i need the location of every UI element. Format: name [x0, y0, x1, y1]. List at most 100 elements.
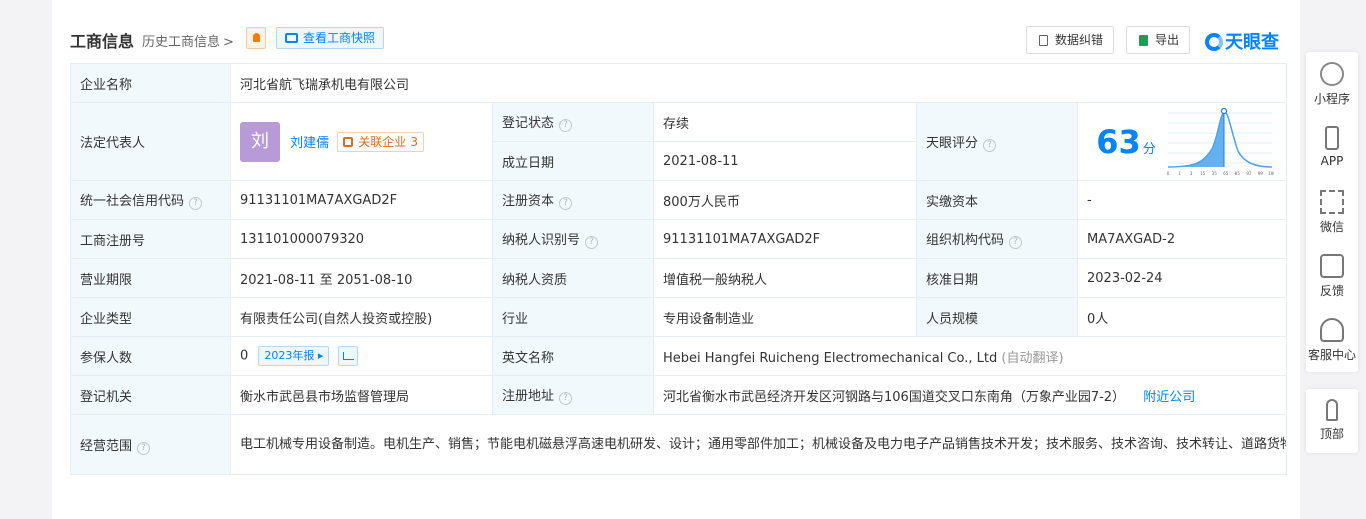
table-row: 企业名称 河北省航飞瑞承机电有限公司: [70, 63, 1288, 103]
annual-report-badge[interactable]: 2023年报 ▸: [258, 346, 330, 366]
label-reg-authority: 登记机关: [70, 375, 231, 415]
label-tianyan-score: 天眼评分?: [916, 102, 1078, 181]
section-header: 工商信息 历史工商信息 > 查看工商快照 数据纠错 导出 天眼查: [70, 26, 1286, 54]
help-icon[interactable]: ?: [1009, 236, 1023, 249]
value-staff-size: 0人: [1076, 297, 1288, 337]
help-icon[interactable]: ?: [983, 138, 997, 152]
side-toolbar: 小程序 APP 微信 反馈 客服中心: [1306, 52, 1358, 372]
export-button[interactable]: 导出: [1126, 26, 1191, 54]
score-value: 63: [1096, 122, 1141, 161]
back-to-top-button[interactable]: 顶部: [1306, 389, 1358, 453]
document-icon: [1039, 35, 1048, 46]
auto-translate-note: (自动翻译): [1001, 350, 1064, 366]
english-name-cell: Hebei Hangfei Ruicheng Electromechanical…: [652, 336, 1288, 376]
feedback-button[interactable]: 反馈: [1306, 244, 1358, 308]
label-approval-date: 核准日期: [916, 258, 1078, 298]
business-info-card: 工商信息 历史工商信息 > 查看工商快照 数据纠错 导出 天眼查 企业名称 河北省…: [52, 0, 1300, 519]
table-row: 统一社会信用代码? 91131101MA7AXGAD2F 注册资本? 800万人…: [70, 180, 1288, 220]
value-insured: 0: [240, 348, 249, 364]
table-row: 营业期限 2021-08-11 至 2051-08-10 纳税人资质 增值税一般…: [70, 258, 1288, 298]
label-legal-rep: 法定代表人: [70, 102, 231, 181]
score-tick-label: 1: [1178, 171, 1181, 176]
label-credit-code: 统一社会信用代码?: [70, 180, 231, 220]
value-reg-status: 存续: [653, 102, 917, 142]
headset-icon: [1320, 318, 1344, 342]
score-tick-label: 65: [1223, 171, 1229, 176]
avatar[interactable]: 刘: [240, 121, 280, 162]
value-paid-capital: -: [1076, 180, 1288, 220]
customer-service-button[interactable]: 客服中心: [1306, 308, 1358, 372]
label-company-name: 企业名称: [70, 63, 231, 103]
section-title: 工商信息: [70, 32, 135, 51]
excel-icon: [1139, 35, 1148, 46]
bell-icon[interactable]: [246, 27, 266, 49]
label-taxpayer-id: 纳税人识别号?: [492, 219, 654, 259]
value-taxpayer-id: 91131101MA7AXGAD2F: [653, 219, 917, 259]
score-tick-label: 3: [1190, 171, 1193, 176]
value-org-code: MA7AXGAD-2: [1076, 219, 1288, 259]
value-approval-date: 2023-02-24: [1076, 258, 1288, 298]
label-org-code: 组织机构代码?: [916, 219, 1078, 259]
wechat-button[interactable]: 微信: [1306, 180, 1358, 244]
label-staff-size: 人员规模: [916, 297, 1078, 337]
camera-icon: [285, 33, 298, 43]
label-english-name: 英文名称: [492, 336, 654, 376]
label-reg-address: 注册地址?: [492, 375, 654, 415]
snapshot-button[interactable]: 查看工商快照: [276, 27, 385, 49]
label-reg-capital: 注册资本?: [492, 180, 654, 220]
table-row: 经营范围? 电工机械专用设备制造。电机生产、销售；节能电机磁悬浮高速电机研发、设…: [70, 414, 1288, 475]
label-biz-term: 营业期限: [70, 258, 231, 298]
value-company-name: 河北省航飞瑞承机电有限公司: [229, 63, 1288, 103]
label-industry: 行业: [492, 297, 654, 337]
mini-program-icon: [1320, 62, 1344, 86]
history-link[interactable]: 历史工商信息 >: [142, 31, 234, 50]
score-cell[interactable]: 63分 0 1 3 15 35 65 85 97 99 100: [1076, 102, 1288, 181]
help-icon[interactable]: ?: [559, 119, 573, 132]
value-biz-term: 2021-08-11 至 2051-08-10: [230, 258, 493, 298]
help-icon[interactable]: ?: [189, 197, 203, 210]
score-tick-label: 0: [1167, 171, 1170, 176]
value-reg-capital: 800万人民币: [653, 180, 917, 220]
table-row: 法定代表人 刘 刘建儒 关联企业 3 登记状态? 存续 天眼评分? 63 分 0…: [70, 102, 1288, 181]
value-reg-authority: 衡水市武邑县市场监督管理局: [230, 375, 493, 415]
score-tick-label: 100: [1268, 171, 1274, 176]
table-row: 参保人数 0 2023年报 ▸ 英文名称 Hebei Hangfei Ruich…: [70, 336, 1288, 376]
label-reg-status: 登记状态?: [492, 102, 654, 142]
mini-program-button[interactable]: 小程序: [1306, 52, 1358, 116]
value-biz-reg-no: 131101000079320: [230, 219, 493, 259]
label-insured: 参保人数: [70, 336, 231, 376]
app-button[interactable]: APP: [1306, 116, 1358, 180]
trend-chart-icon[interactable]: [337, 346, 358, 366]
label-biz-scope: 经营范围?: [70, 414, 231, 475]
value-credit-code: 91131101MA7AXGAD2F: [230, 180, 493, 220]
qrcode-icon: [1320, 190, 1344, 214]
label-paid-capital: 实缴资本: [916, 180, 1078, 220]
score-tick-label: 15: [1200, 171, 1206, 176]
table-row: 工商注册号 131101000079320 纳税人识别号? 91131101MA…: [70, 219, 1288, 259]
business-info-table: 企业名称 河北省航飞瑞承机电有限公司 法定代表人 刘 刘建儒 关联企业 3 登记状…: [70, 63, 1288, 475]
value-taxpayer-qual: 增值税一般纳税人: [653, 258, 917, 298]
help-icon[interactable]: ?: [585, 236, 599, 249]
value-biz-scope: 电工机械专用设备制造。电机生产、销售；节能电机磁悬浮高速电机研发、设计；通用零部…: [229, 414, 1288, 475]
value-company-type: 有限责任公司(自然人投资或控股): [230, 297, 493, 337]
network-icon: [343, 136, 354, 147]
rocket-icon: [1326, 399, 1338, 421]
help-icon[interactable]: ?: [559, 392, 573, 405]
help-icon[interactable]: ?: [137, 441, 151, 455]
value-english-name: Hebei Hangfei Ruicheng Electromechanical…: [663, 350, 998, 366]
score-tick-label: 35: [1212, 171, 1218, 176]
legal-rep-cell: 刘 刘建儒 关联企业 3: [230, 102, 493, 181]
related-companies-badge[interactable]: 关联企业 3: [337, 131, 424, 152]
label-found-date: 成立日期: [492, 141, 654, 181]
label-company-type: 企业类型: [70, 297, 231, 337]
table-row: 企业类型 有限责任公司(自然人投资或控股) 行业 专用设备制造业 人员规模 0人: [70, 297, 1288, 337]
legal-rep-name-link[interactable]: 刘建儒: [290, 136, 329, 151]
label-taxpayer-qual: 纳税人资质: [492, 258, 654, 298]
value-industry: 专用设备制造业: [653, 297, 917, 337]
help-icon[interactable]: ?: [559, 197, 573, 210]
data-correction-button[interactable]: 数据纠错: [1026, 26, 1115, 54]
value-reg-address: 河北省衡水市武邑经济开发区河钢路与106国道交叉口东南角（万象产业园7-2）: [663, 389, 1126, 405]
reg-address-cell: 河北省衡水市武邑经济开发区河钢路与106国道交叉口东南角（万象产业园7-2） 附…: [652, 375, 1288, 415]
label-biz-reg-no: 工商注册号: [70, 219, 231, 259]
nearby-companies-link[interactable]: 附近公司: [1143, 390, 1195, 405]
